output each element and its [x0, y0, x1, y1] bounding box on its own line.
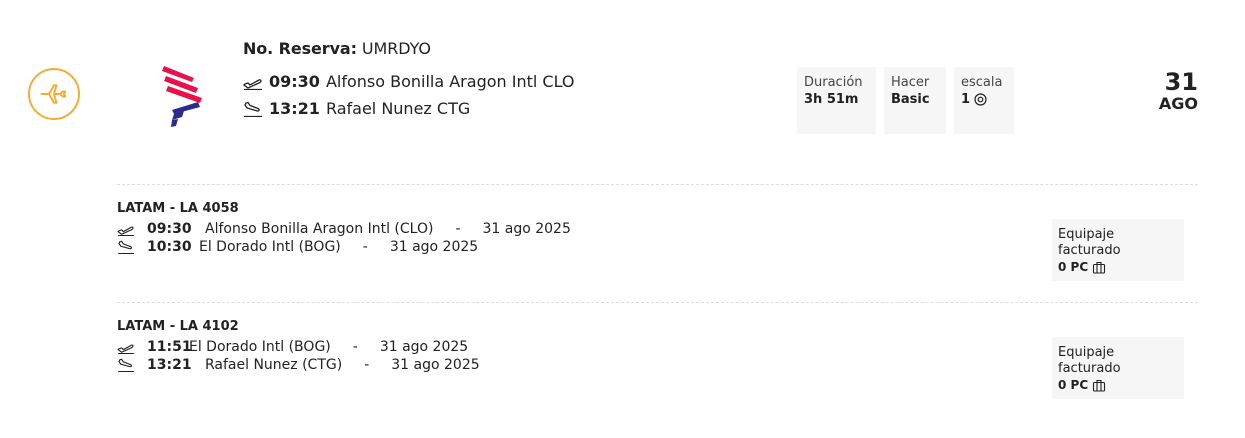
landing-icon: [244, 101, 262, 117]
luggage-icon: [1093, 261, 1106, 274]
flight-date: 31 AGO: [1159, 69, 1198, 113]
separator: -: [352, 339, 358, 355]
summary-arrival: 13:21 Rafael Nunez CTG: [243, 99, 575, 118]
landing-icon: [118, 240, 134, 254]
segment-departure-airport: El Dorado Intl (BOG): [189, 339, 331, 355]
segment-arrival-time: 13:21: [147, 357, 192, 373]
airline-logo: [160, 64, 204, 130]
luggage-icon: [1093, 379, 1106, 392]
baggage-box: Equipaje facturado 0 PC: [1052, 219, 1184, 281]
summary-departure: 09:30 Alfonso Bonilla Aragon Intl CLO: [243, 72, 575, 91]
stop-icon: [974, 93, 987, 106]
segment-arrival-time: 10:30: [147, 239, 192, 255]
stops-box: escala 1: [954, 67, 1014, 134]
duration-box: Duración 3h 51m: [797, 67, 876, 134]
baggage-value-row: 0 PC: [1058, 259, 1178, 275]
flight-info: Duración 3h 51m Hacer Basic escala 1: [797, 67, 1022, 134]
booking-code: UMRDYO: [361, 39, 431, 58]
segment-arrival-airport: Rafael Nunez (CTG): [205, 357, 343, 373]
booking-number: No. Reserva: UMRDYO: [243, 39, 575, 58]
segment-1: LATAM - LA 4058 09:30 Alfonso Bonilla Ar…: [117, 201, 1198, 289]
landing-icon: [118, 358, 134, 372]
divider: [117, 302, 1198, 303]
segment-departure: 11:51 El Dorado Intl (BOG) - 31 ago 2025: [117, 338, 1198, 356]
segment-title: LATAM - LA 4102: [117, 319, 239, 334]
segment-arrival-date: 31 ago 2025: [389, 239, 479, 255]
duration-label: Duración: [804, 75, 863, 90]
date-month: AGO: [1158, 94, 1198, 113]
booking-label: No. Reserva:: [243, 39, 357, 58]
segment-2: LATAM - LA 4102 11:51 El Dorado Intl (BO…: [117, 319, 1198, 407]
segment-arrival-date: 31 ago 2025: [391, 357, 480, 373]
segment-departure-time: 11:51: [147, 339, 192, 355]
summary-departure-airport: Alfonso Bonilla Aragon Intl CLO: [325, 72, 575, 91]
duration-value: 3h 51m: [804, 92, 859, 107]
takeoff-icon: [117, 226, 134, 236]
baggage-value: 0 PC: [1058, 378, 1089, 392]
segment-departure: 09:30 Alfonso Bonilla Aragon Intl (CLO) …: [117, 220, 1198, 238]
fare-value: Basic: [891, 92, 930, 107]
baggage-label: Equipaje facturado: [1058, 345, 1121, 376]
date-day: 31: [1164, 68, 1198, 96]
segment-departure-date: 31 ago 2025: [482, 221, 571, 237]
divider: [117, 184, 1198, 185]
fare-label: Hacer: [891, 75, 930, 90]
segment-arrival-airport: El Dorado Intl (BOG): [199, 239, 341, 255]
separator: -: [455, 221, 461, 237]
segment-departure-time: 09:30: [147, 221, 192, 237]
summary-arrival-time: 13:21: [269, 99, 320, 118]
flight-summary: No. Reserva: UMRDYO 09:30 Alfonso Bonill…: [243, 39, 575, 118]
stops-value-row: 1: [961, 91, 1007, 108]
summary-arrival-airport: Rafael Nunez CTG: [325, 99, 471, 118]
separator: -: [362, 239, 368, 255]
flight-card: No. Reserva: UMRDYO 09:30 Alfonso Bonill…: [0, 0, 1245, 438]
segment-departure-airport: Alfonso Bonilla Aragon Intl (CLO): [205, 221, 434, 237]
takeoff-icon: [243, 78, 262, 90]
segment-departure-date: 31 ago 2025: [379, 339, 469, 355]
plane-icon: [28, 68, 80, 120]
fare-box: Hacer Basic: [884, 67, 946, 134]
segment-arrival: 10:30 El Dorado Intl (BOG) - 31 ago 2025: [117, 238, 1198, 256]
summary-departure-time: 09:30: [269, 72, 320, 91]
baggage-value-row: 0 PC: [1058, 377, 1178, 393]
segment-title: LATAM - LA 4058: [117, 201, 239, 216]
baggage-value: 0 PC: [1058, 260, 1089, 274]
takeoff-icon: [117, 344, 134, 354]
segment-arrival: 13:21 Rafael Nunez (CTG) - 31 ago 2025: [117, 356, 1198, 374]
baggage-box: Equipaje facturado 0 PC: [1052, 337, 1184, 399]
stops-label: escala: [961, 75, 1003, 90]
stops-value: 1: [961, 92, 971, 107]
separator: -: [364, 357, 370, 373]
baggage-label: Equipaje facturado: [1058, 227, 1121, 258]
